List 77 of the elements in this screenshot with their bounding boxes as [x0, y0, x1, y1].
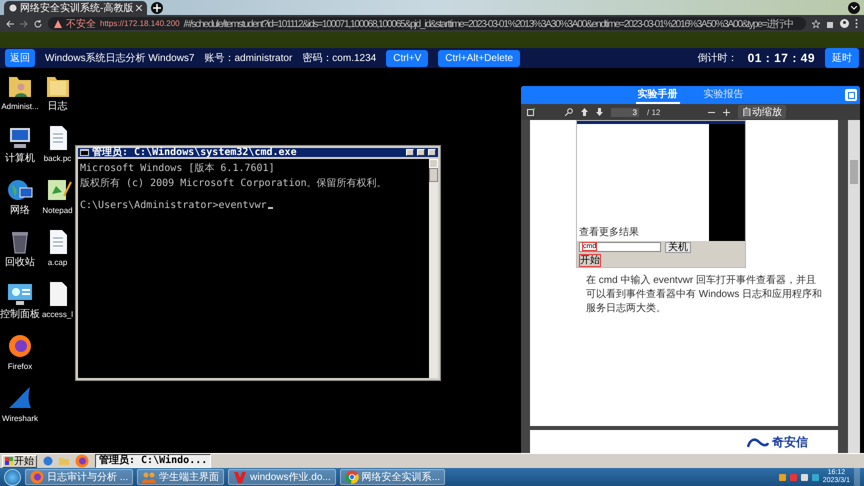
scrollbar[interactable]	[848, 120, 860, 455]
warning-icon	[54, 20, 62, 28]
forward-icon[interactable]	[20, 20, 28, 28]
star-icon[interactable]	[812, 20, 820, 28]
sidebar-icon[interactable]	[527, 108, 535, 116]
company-logo: 奇安信	[747, 434, 808, 451]
desktop-icon-label[interactable]: 回收站	[5, 257, 35, 268]
start-button[interactable]: 开始	[2, 454, 37, 468]
firefox-icon	[6, 332, 34, 360]
desktop-icon-label[interactable]: 日志	[48, 101, 68, 112]
scrollbar[interactable]	[429, 159, 438, 378]
arrow-down-icon[interactable]	[596, 108, 603, 116]
firefox-icon	[75, 454, 89, 468]
browser-icon[interactable]	[43, 456, 53, 466]
taskbar-item[interactable]: 学生端主界面	[137, 469, 224, 485]
taskbar-item[interactable]: 日志审计与分析 ...	[25, 469, 134, 485]
expand-button[interactable]	[845, 89, 857, 101]
taskbar-item[interactable]: windows作业.do...	[228, 469, 336, 485]
new-tab-button[interactable]	[151, 2, 164, 14]
key-combo-button[interactable]: Ctrl+V	[386, 50, 428, 66]
desktop-icon-label[interactable]: 网络	[10, 205, 30, 216]
minimize-button[interactable]	[406, 149, 414, 156]
zoom-dropdown[interactable]: 自动缩放	[738, 105, 786, 119]
desktop-icon-label[interactable]: 计算机	[5, 153, 35, 164]
zoom-in-icon[interactable]	[723, 108, 730, 116]
experiment-title: Windows系统日志分析 Windows7	[45, 52, 194, 65]
desktop-icon-label[interactable]: 控制面板	[0, 309, 40, 320]
tab-list-button[interactable]	[848, 2, 860, 14]
text-cursor	[268, 207, 273, 209]
address-bar[interactable]: 不安全 https://172.18.140.200 /#/schedule/itemstudent?id=101112&ids=100071,100068,100065&pjd_id&starttime=2023-03-01%2013%3A30%3A00&endtime=2023-03-01%2016%3A50%3A00&type=进行中	[48, 17, 806, 30]
console-icon	[80, 149, 89, 156]
search-icon[interactable]	[565, 108, 573, 116]
close-button[interactable]	[428, 149, 436, 156]
plus-icon	[153, 4, 162, 12]
start-orb[interactable]	[4, 468, 21, 486]
instruction-paragraph: 在 cmd 中输入 eventvwr 回车打开事件查看器，并且可以看到事件查看器中有 Windows 日志和应用程序和服务日志两大类。	[585, 274, 824, 316]
key-combo-button[interactable]: Ctrl+Alt+Delete	[438, 50, 520, 66]
window-title: 管理员: C:\Windows\system32\cmd.exe	[92, 148, 298, 157]
arrow-up-icon[interactable]	[581, 108, 588, 116]
console-line: 版权所有 (c) 2009 Microsoft Corporation。保留所有权利。	[80, 176, 388, 190]
security-label: 不安全	[66, 18, 96, 30]
document-app-icon	[233, 470, 248, 484]
menu-icon[interactable]	[855, 19, 858, 28]
logo-mark-icon	[747, 436, 769, 448]
search-hint: 查看更多结果	[579, 226, 640, 239]
url-host: https://172.18.140.200	[100, 19, 180, 28]
profile-icon[interactable]	[840, 19, 849, 28]
people-icon	[142, 470, 156, 484]
windows-flag-icon	[5, 457, 13, 465]
browser-tab[interactable]: 网络安全实训系统-高教版	[4, 1, 148, 15]
taskbar-window-button[interactable]: 管理员: C:\Windo...	[95, 454, 212, 468]
extend-button[interactable]: 延时	[825, 48, 859, 68]
countdown-timer: 01 : 17 : 49	[748, 51, 815, 65]
chrome-icon	[344, 470, 359, 484]
desktop-icon-label[interactable]: a.cap	[48, 257, 68, 268]
desktop-icon-label[interactable]: back.pc	[44, 153, 72, 164]
countdown-label: 倒计时：	[698, 52, 738, 65]
desktop-icon-label[interactable]: Firefox	[8, 361, 32, 372]
url-path: /#/schedule/itemstudent?id=101112&ids=100071,100068,100065&pjd_id&starttime=2023-03-01%2013%3A30%3A00&endtime=2023-03-01%2016%3A50%3A00&type=进行中	[184, 18, 793, 30]
page-count: / 12	[647, 108, 660, 116]
caret-icon	[851, 6, 857, 10]
back-icon[interactable]	[6, 20, 14, 28]
reload-icon[interactable]	[34, 20, 42, 28]
desktop-icon-label[interactable]: Wireshark	[2, 413, 38, 424]
console-line: Microsoft Windows [版本 6.1.7601]	[80, 162, 276, 175]
taskbar-item[interactable]: 网络安全实训系...	[340, 469, 446, 485]
desktop-icon-label[interactable]: access_l	[42, 309, 74, 320]
password-label: 密码：com.1234	[302, 52, 376, 65]
back-button[interactable]: 返回	[5, 49, 35, 67]
desktop-icon-label[interactable]: Notepad	[42, 205, 73, 216]
account-label: 账号：administrator	[204, 52, 292, 65]
page-number-field[interactable]: 3	[611, 108, 639, 116]
console-prompt: C:\Users\Administrator>eventvwr	[80, 200, 267, 211]
maximize-button[interactable]	[417, 149, 425, 156]
firefox-icon	[30, 470, 44, 484]
desktop-icon-label[interactable]: Administ...	[1, 101, 39, 112]
close-icon[interactable]	[136, 5, 142, 11]
